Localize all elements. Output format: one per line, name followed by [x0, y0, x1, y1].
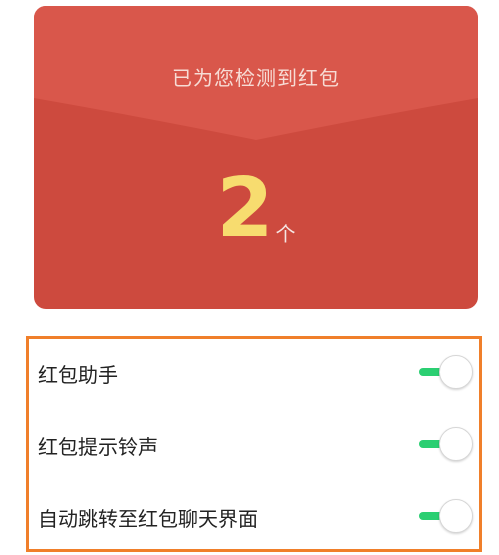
setting-label: 自动跳转至红包聊天界面 — [38, 507, 258, 531]
toggle-knob — [439, 427, 473, 461]
red-packet-count: 2 — [216, 161, 274, 256]
settings-panel: 红包助手 红包提示铃声 自动跳转至红包聊天界面 — [26, 336, 482, 552]
setting-row-red-packet-assistant[interactable]: 红包助手 — [29, 349, 479, 393]
toggle-knob — [439, 499, 473, 533]
red-packet-count-display: 2个 — [34, 168, 478, 250]
detected-red-packet-title: 已为您检测到红包 — [172, 66, 340, 90]
setting-label: 红包提示铃声 — [38, 435, 158, 459]
auto-jump-chat-toggle[interactable] — [419, 499, 473, 533]
setting-label: 红包助手 — [38, 363, 118, 387]
red-packet-count-unit: 个 — [275, 222, 296, 246]
toggle-knob — [439, 355, 473, 389]
red-packet-assistant-toggle[interactable] — [419, 355, 473, 389]
setting-row-auto-jump-chat[interactable]: 自动跳转至红包聊天界面 — [29, 493, 479, 537]
page: 已为您检测到红包 2个 红包助手 红包提示铃声 自动跳转至红包聊天界面 — [0, 0, 499, 555]
setting-row-notification-sound[interactable]: 红包提示铃声 — [29, 421, 479, 465]
red-packet-envelope: 已为您检测到红包 2个 — [34, 6, 478, 309]
notification-sound-toggle[interactable] — [419, 427, 473, 461]
